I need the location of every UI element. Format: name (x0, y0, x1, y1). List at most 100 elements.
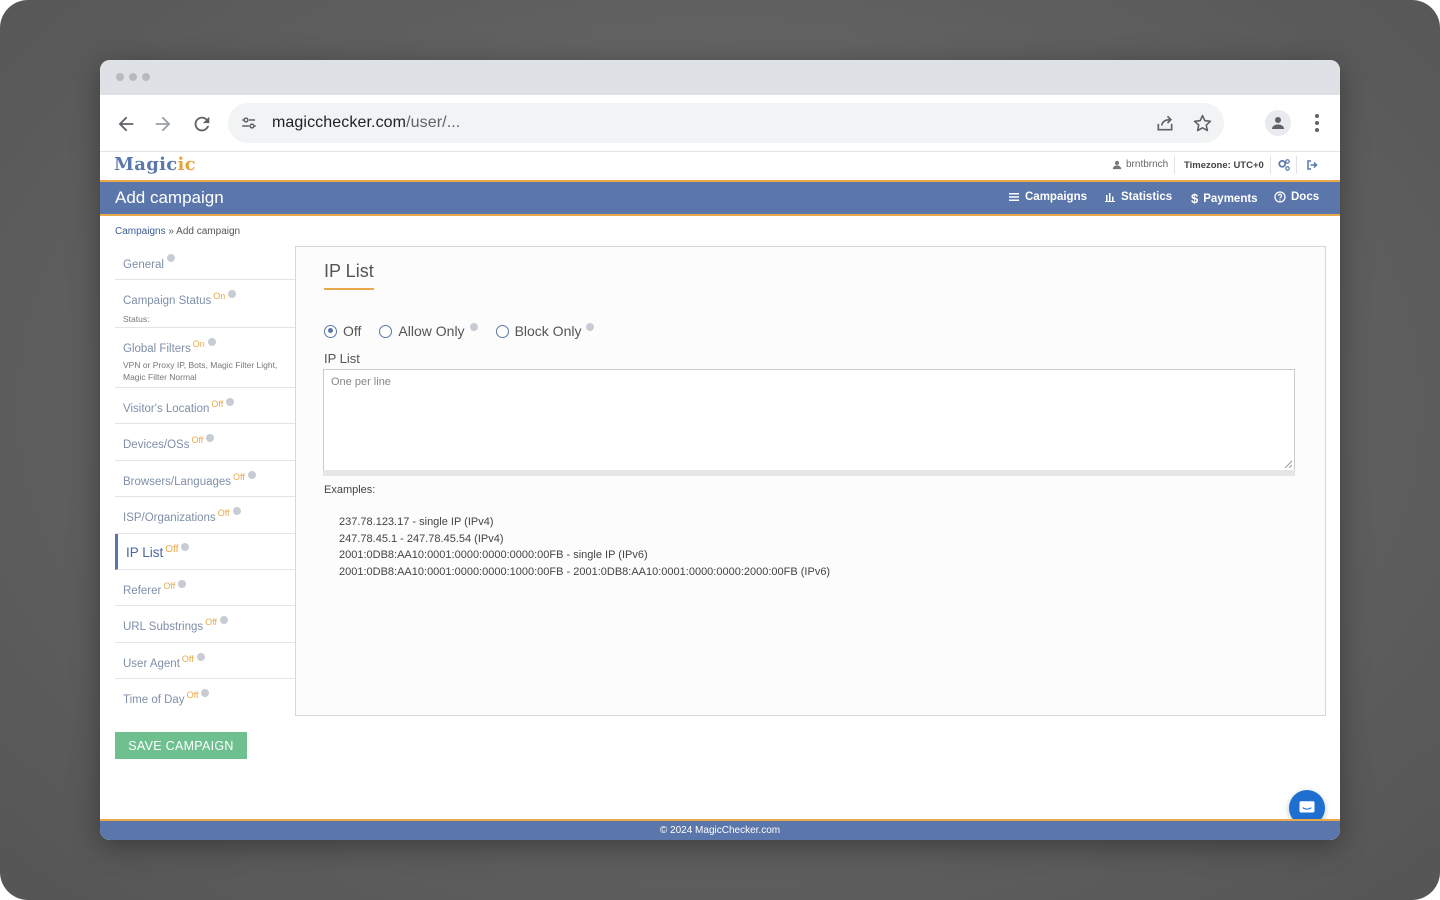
back-button[interactable] (113, 111, 139, 137)
sidebar-item-user-agent[interactable]: User Agent Off (115, 643, 296, 679)
sidebar-item-url-substrings[interactable]: URL Substrings Off (115, 606, 296, 643)
nav-docs[interactable]: Docs (1274, 191, 1319, 203)
list-icon (1009, 193, 1019, 201)
browser-window: magicchecker.com/user/... Magicic brntbr… (100, 60, 1340, 840)
radio-allow-only-indicator[interactable] (379, 324, 393, 338)
nav-payments[interactable]: $ Payments (1191, 191, 1258, 206)
forward-button[interactable] (150, 111, 176, 137)
status-badge: On (192, 339, 205, 350)
sidebar-item-summary: Status: (123, 314, 150, 324)
dollar-icon: $ (1191, 191, 1199, 206)
sidebar-item-isp-organizations[interactable]: ISP/Organizations Off (115, 497, 296, 534)
profile-button[interactable] (1265, 110, 1291, 136)
window-minimize-dot[interactable] (129, 73, 137, 81)
breadcrumb-campaigns[interactable]: Campaigns (115, 226, 166, 237)
resize-handle-icon[interactable] (1284, 460, 1292, 468)
gears-icon (1278, 159, 1290, 171)
info-icon[interactable] (247, 471, 256, 479)
sidebar-item-label: Time of Day (123, 694, 185, 706)
info-icon[interactable] (206, 434, 215, 442)
sidebar-item-label: IP List (126, 545, 164, 560)
nav-campaigns[interactable]: Campaigns (1008, 191, 1087, 203)
info-icon[interactable] (196, 653, 205, 661)
site-topbar: Magicic brntbrnch Timezone: UTC+0 (100, 152, 1340, 180)
info-icon[interactable] (469, 323, 478, 331)
arrow-left-icon (118, 116, 134, 132)
reload-icon (194, 116, 210, 132)
info-icon[interactable] (586, 323, 595, 331)
radio-off-label: Off (343, 323, 362, 339)
info-icon[interactable] (219, 616, 228, 624)
sidebar-item-general[interactable]: General (115, 244, 296, 280)
breadcrumb: Campaigns » Add campaign (115, 226, 240, 237)
section-title: IP List (324, 261, 374, 290)
username: brntbrnch (1126, 159, 1169, 170)
ip-list-label: IP List (324, 351, 360, 366)
share-button[interactable] (1154, 112, 1176, 134)
address-bar[interactable]: magicchecker.com/user/... (228, 103, 1224, 143)
site-footer: © 2024 MagicChecker.com (100, 819, 1340, 840)
info-icon[interactable] (226, 398, 235, 406)
status-badge: Off (205, 617, 217, 628)
sidebar-item-summary: VPN or Proxy IP, Bots, Magic Filter Ligh… (123, 360, 278, 382)
sidebar-item-label: Global Filters (123, 343, 191, 355)
sidebar-item-label: User Agent (123, 658, 180, 670)
sidebar-item-global-filters[interactable]: Global Filters On VPN or Proxy IP, Bots, … (115, 328, 296, 388)
radio-off[interactable]: Off (324, 323, 361, 339)
site-settings-button[interactable] (238, 112, 260, 134)
sidebar-item-label: URL Substrings (123, 621, 204, 633)
settings-button[interactable] (1277, 158, 1291, 172)
radio-block-only-indicator[interactable] (495, 324, 509, 338)
sidebar-item-visitors-location[interactable]: Visitor's Location Off (115, 388, 296, 424)
url-text[interactable]: magicchecker.com/user/... (272, 114, 460, 132)
radio-off-indicator[interactable] (324, 324, 337, 338)
radio-block-only[interactable]: Block Only (495, 323, 595, 339)
settings-sidebar: General Campaign Status On Status: Global… (115, 244, 296, 715)
logout-button[interactable] (1305, 158, 1319, 172)
info-icon[interactable] (166, 254, 175, 262)
nav-statistics[interactable]: Statistics (1104, 191, 1172, 203)
bookmark-button[interactable] (1191, 112, 1213, 134)
nav-payments-label: Payments (1203, 192, 1258, 205)
info-icon[interactable] (232, 507, 241, 515)
help-circle-icon (1274, 191, 1286, 203)
status-badge: On (213, 291, 226, 302)
browser-menu-button[interactable] (1307, 110, 1327, 136)
sidebar-item-referer[interactable]: Referer Off (115, 570, 296, 606)
sidebar-item-campaign-status[interactable]: Campaign Status On Status: (115, 280, 296, 328)
textarea-scrollbar[interactable] (323, 470, 1295, 476)
save-campaign-button[interactable]: SAVE CAMPAIGN (115, 732, 247, 759)
star-icon (1193, 114, 1211, 131)
status-badge: Off (211, 399, 224, 410)
sidebar-item-time-of-day[interactable]: Time of Day Off (115, 679, 296, 715)
sidebar-item-label: General (123, 259, 164, 271)
sidebar-item-browsers-languages[interactable]: Browsers/Languages Off (115, 461, 296, 497)
site-page: Magicic brntbrnch Timezone: UTC+0 Add ca… (100, 152, 1340, 840)
tune-icon (242, 117, 256, 129)
sidebar-item-devices-oss[interactable]: Devices/OSs Off (115, 424, 296, 461)
example-line: 247.78.45.1 - 247.78.45.54 (IPv4) (339, 532, 504, 545)
user-menu[interactable]: brntbrnch (1112, 159, 1168, 170)
status-badge: Off (191, 435, 204, 446)
footer-text: © 2024 MagicChecker.com (659, 825, 781, 836)
info-icon[interactable] (228, 290, 237, 298)
ip-list-textarea[interactable]: One per line (323, 369, 1295, 471)
sidebar-item-label: Visitor's Location (123, 403, 210, 415)
site-logo[interactable]: Magicic (114, 154, 196, 175)
logo-accent: ic (177, 154, 196, 175)
reload-button[interactable] (189, 111, 215, 137)
breadcrumb-separator: » (165, 226, 177, 237)
logout-icon (1307, 160, 1318, 170)
info-icon[interactable] (201, 689, 210, 697)
info-icon[interactable] (207, 338, 216, 346)
chat-icon (1299, 801, 1315, 813)
info-icon[interactable] (178, 580, 187, 588)
window-zoom-dot[interactable] (142, 73, 150, 81)
arrow-right-icon (155, 116, 171, 132)
window-close-dot[interactable] (116, 73, 124, 81)
info-icon[interactable] (181, 543, 190, 551)
radio-allow-only[interactable]: Allow Only (379, 323, 478, 339)
sidebar-item-ip-list[interactable]: IP List Off (115, 534, 296, 570)
breadcrumb-current: Add campaign (176, 226, 241, 237)
nav-statistics-label: Statistics (1121, 191, 1173, 203)
